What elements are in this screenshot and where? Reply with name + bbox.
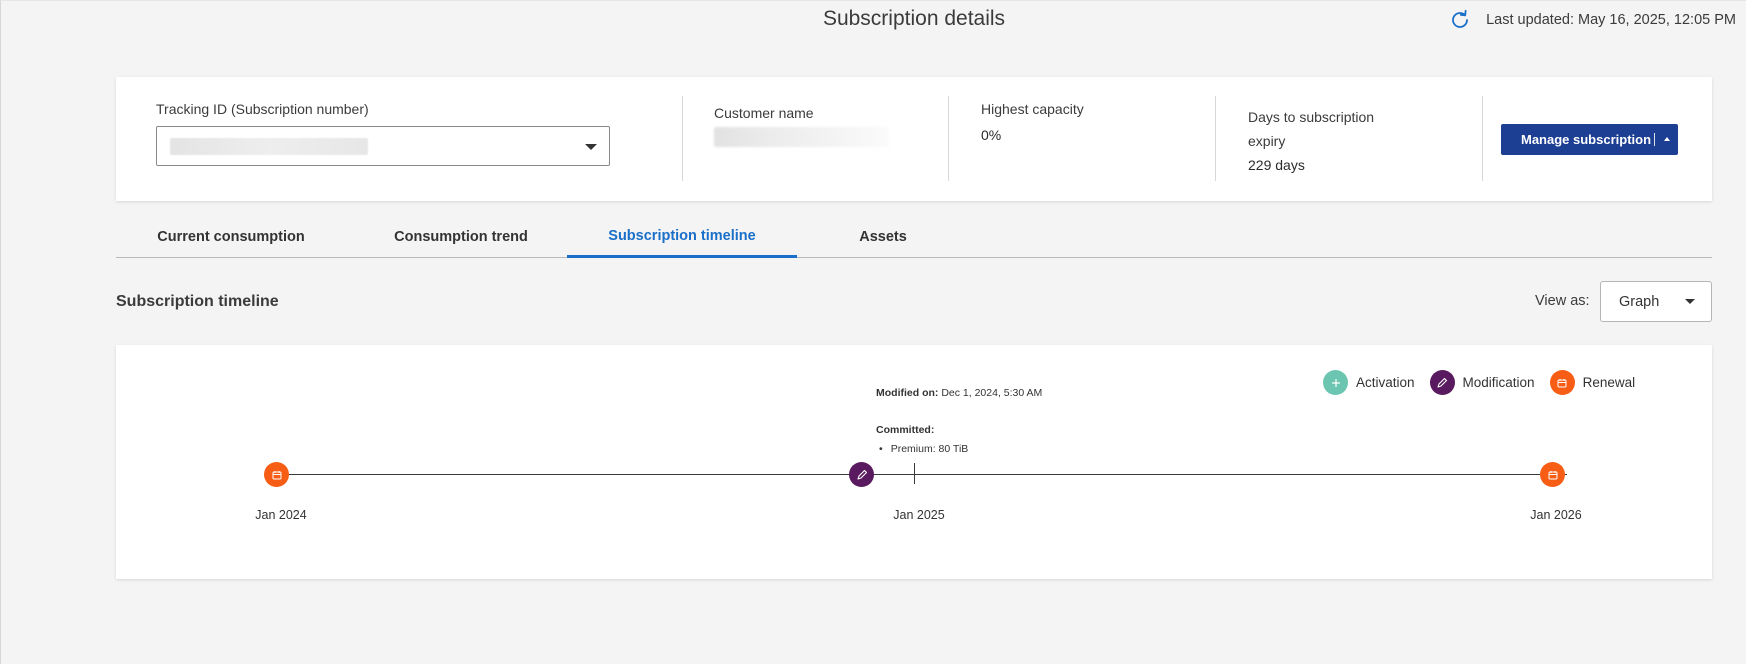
tracking-id-redacted-value (170, 138, 368, 155)
calendar-icon (1549, 370, 1575, 395)
tooltip-modified-label: Modified on: (876, 387, 939, 399)
expiry-label-line1: Days to subscription (1248, 109, 1375, 125)
tooltip-modified-value: Dec 1, 2024, 5:30 AM (941, 387, 1043, 399)
calendar-icon (272, 470, 281, 479)
button-separator (1654, 133, 1655, 146)
chevron-up-icon[interactable] (1664, 137, 1670, 141)
last-updated-text: Last updated: May 16, 2025, 12:05 PM (1486, 12, 1736, 28)
tracking-id-label: Tracking ID (Subscription number) (156, 101, 369, 117)
legend-item-renewal: Renewal (1549, 370, 1636, 395)
tab-consumption-trend[interactable]: Consumption trend (346, 216, 576, 258)
tab-bar: Current consumption Consumption trend Su… (116, 216, 1712, 258)
divider (948, 96, 949, 181)
tracking-id-select[interactable] (156, 126, 610, 166)
timeline-axis-line (277, 474, 1567, 475)
highest-capacity-column: Highest capacity 0% (981, 101, 1084, 225)
last-updated-area: Last updated: May 16, 2025, 12:05 PM (1448, 8, 1736, 32)
expiry-column: Days to subscription expiry 229 days (1248, 105, 1374, 229)
expiry-label-line2: expiry (1248, 133, 1286, 149)
highest-capacity-value: 0% (981, 127, 1002, 143)
refresh-icon[interactable] (1448, 8, 1472, 32)
tracking-id-column: Tracking ID (Subscription number) (156, 101, 610, 225)
tab-assets[interactable]: Assets (768, 216, 998, 258)
axis-label: Jan 2026 (1530, 508, 1582, 522)
legend-label-activation: Activation (1356, 375, 1415, 390)
highest-capacity-label: Highest capacity (981, 101, 1084, 117)
pencil-icon (856, 469, 867, 480)
manage-subscription-button[interactable]: Manage subscription (1501, 124, 1678, 155)
manage-subscription-label: Manage subscription (1521, 132, 1652, 147)
timeline-event-renewal[interactable] (1540, 462, 1565, 487)
timeline-current-tick (914, 463, 915, 484)
tab-current-consumption[interactable]: Current consumption (116, 216, 346, 258)
legend-item-activation: Activation (1323, 370, 1415, 395)
tooltip-committed-label: Committed: (876, 424, 935, 436)
tooltip-committed-list: Premium: 80 TiB (876, 443, 969, 455)
plus-icon (1323, 370, 1348, 395)
divider (1482, 96, 1483, 181)
tooltip-committed: Committed: (876, 424, 934, 436)
expiry-value: 229 days (1248, 157, 1305, 173)
view-as-select[interactable]: Graph (1600, 281, 1712, 322)
view-as-label: View as: (1535, 293, 1590, 309)
divider (682, 96, 683, 181)
summary-card: Tracking ID (Subscription number) Custom… (116, 77, 1712, 201)
timeline-event-renewal[interactable] (264, 462, 289, 487)
legend-label-modification: Modification (1462, 375, 1535, 390)
axis-label: Jan 2025 (893, 508, 945, 522)
customer-name-label: Customer name (714, 105, 814, 121)
pencil-icon (1429, 370, 1455, 395)
view-as-value: Graph (1619, 294, 1660, 310)
legend-label-renewal: Renewal (1582, 375, 1636, 390)
tab-subscription-timeline[interactable]: Subscription timeline (567, 216, 797, 258)
customer-name-redacted-value (714, 127, 889, 147)
calendar-icon (1548, 470, 1557, 479)
timeline-event-modification[interactable] (849, 462, 874, 487)
tooltip-committed-item: Premium: 80 TiB (876, 443, 969, 455)
timeline-card: Activation Modification Renewal Modified… (116, 345, 1712, 579)
customer-name-column: Customer name (714, 105, 889, 229)
axis-label: Jan 2024 (255, 508, 307, 522)
divider (1215, 96, 1216, 181)
chevron-down-icon (585, 144, 597, 150)
legend: Activation Modification Renewal (1323, 370, 1650, 395)
chevron-down-icon (1685, 299, 1695, 304)
legend-item-modification: Modification (1429, 370, 1535, 395)
event-tooltip: Modified on: Dec 1, 2024, 5:30 AM (876, 387, 1042, 399)
section-title: Subscription timeline (116, 293, 279, 310)
